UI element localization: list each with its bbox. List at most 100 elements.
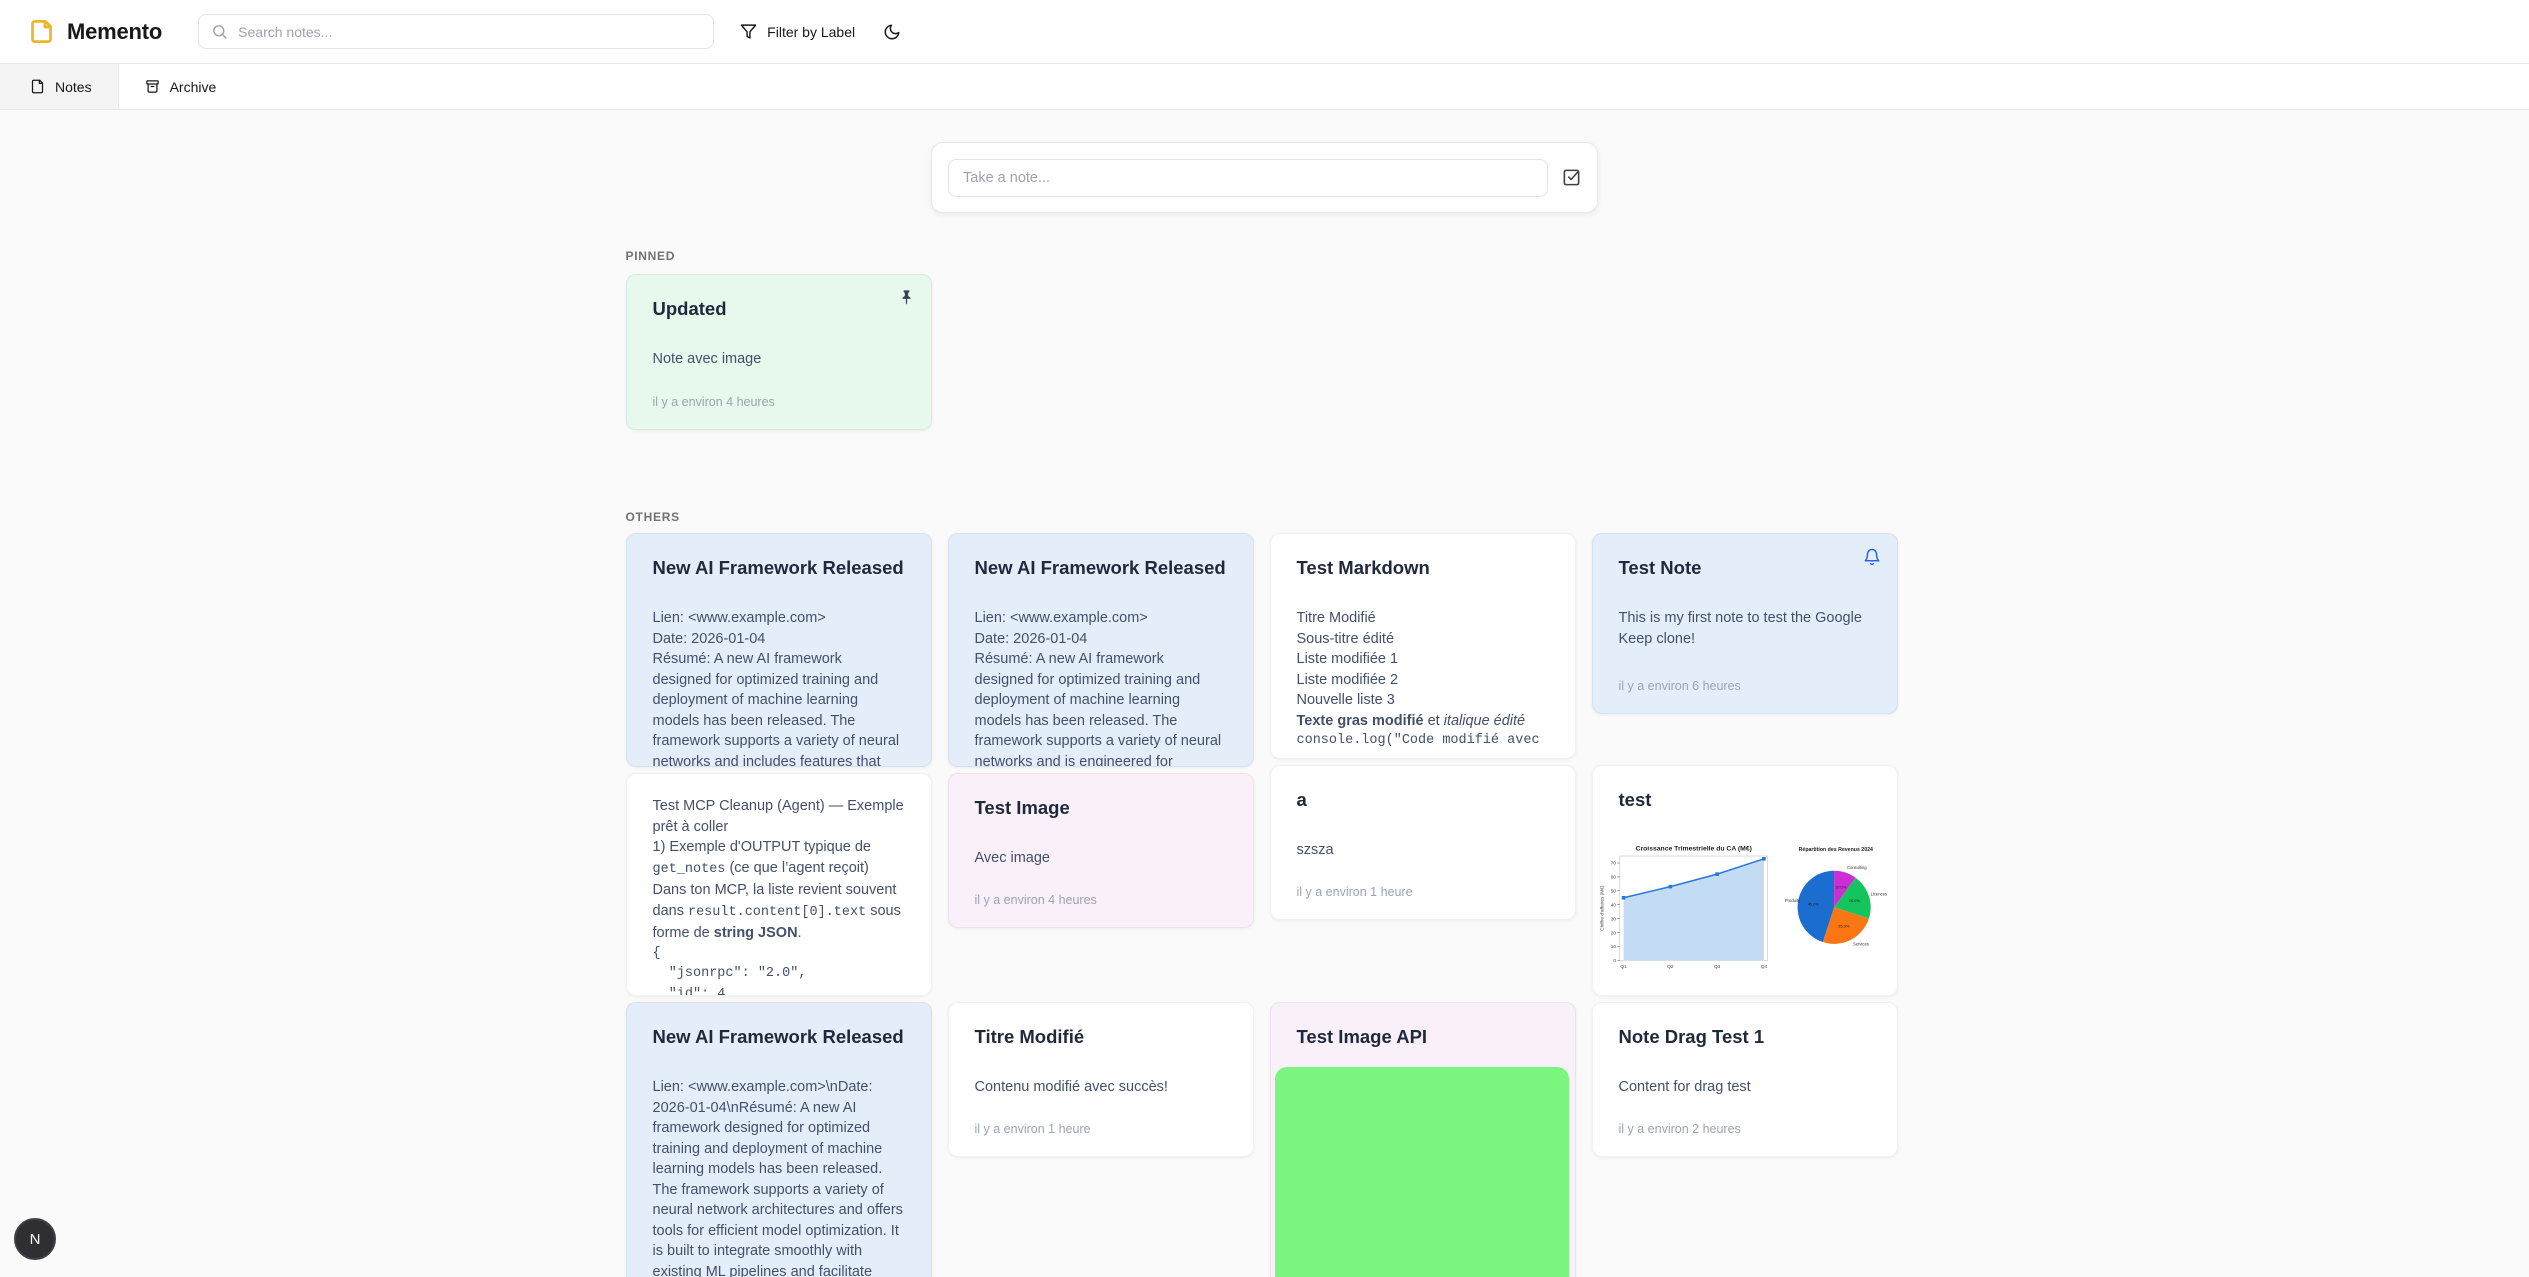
- note-title: New AI Framework Released: [653, 1025, 905, 1049]
- pin-icon: [898, 289, 915, 306]
- note-body: Contenu modifié avec succès!: [975, 1077, 1227, 1098]
- app-logo-icon: [28, 18, 55, 45]
- note-title: Updated: [653, 297, 905, 321]
- svg-text:Q3: Q3: [1713, 964, 1720, 970]
- note-card-test-image-api[interactable]: Test Image API: [1270, 1002, 1576, 1277]
- pin-button[interactable]: [898, 289, 915, 309]
- app-header: Memento Filter by Label: [0, 0, 2529, 64]
- svg-text:Chiffre d'affaires (M€): Chiffre d'affaires (M€): [1599, 885, 1605, 931]
- note-card-titre-modifie[interactable]: Titre Modifié Contenu modifié avec succè…: [948, 1002, 1254, 1157]
- note-body: Test MCP Cleanup (Agent) — Exemple prêt …: [653, 796, 905, 996]
- grid-column-4: Test Note This is my first note to test …: [1592, 533, 1898, 1157]
- note-body: Lien: <www.example.com>\nDate: 2026-01-0…: [653, 1077, 905, 1277]
- tab-notes-label: Notes: [55, 79, 92, 95]
- main-content: PINNED Updated Note avec image il y a en…: [626, 142, 1904, 1277]
- others-grid: New AI Framework Released Lien: <www.exa…: [626, 533, 1904, 1277]
- note-card-new-ai-framework-3[interactable]: New AI Framework Released Lien: <www.exa…: [626, 1002, 932, 1277]
- user-avatar[interactable]: N: [14, 1218, 56, 1260]
- note-body: szsza: [1297, 840, 1549, 861]
- tab-notes[interactable]: Notes: [0, 64, 119, 109]
- note-title: Test Markdown: [1297, 556, 1549, 580]
- note-timestamp: il y a environ 1 heure: [975, 1110, 1227, 1136]
- svg-text:60: 60: [1610, 875, 1616, 881]
- note-card-a[interactable]: a szsza il y a environ 1 heure: [1270, 765, 1576, 920]
- svg-text:50: 50: [1610, 889, 1616, 895]
- svg-text:45.0%: 45.0%: [1807, 901, 1819, 906]
- grid-column-3: Test Markdown Titre Modifié Sous-titre é…: [1270, 533, 1576, 1277]
- note-body: Lien: <www.example.com> Date: 2026-01-04…: [653, 608, 905, 767]
- svg-text:Q4: Q4: [1760, 964, 1767, 970]
- note-card-test-markdown[interactable]: Test Markdown Titre Modifié Sous-titre é…: [1270, 533, 1576, 759]
- note-body: Note avec image: [653, 349, 905, 370]
- note-body: Titre Modifié Sous-titre édité Liste mod…: [1297, 608, 1549, 752]
- tab-archive[interactable]: Archive: [119, 64, 243, 109]
- pie-chart-image: Répartition des Revenus 202410.0%Consult…: [1781, 836, 1891, 967]
- note-image-green: [1275, 1067, 1569, 1277]
- filter-by-label-text: Filter by Label: [767, 24, 855, 40]
- archive-icon: [145, 79, 160, 94]
- note-card-updated[interactable]: Updated Note avec image il y a environ 4…: [626, 274, 932, 430]
- tab-bar: Notes Archive: [0, 64, 2529, 110]
- note-timestamp: il y a environ 6 heures: [1619, 667, 1871, 693]
- svg-text:30: 30: [1610, 916, 1616, 922]
- note-title: New AI Framework Released: [653, 556, 905, 580]
- note-title: Test Image: [975, 796, 1227, 820]
- note-images-row: Croissance Trimestrielle du CA (M€) Chiff…: [1597, 836, 1891, 988]
- note-card-test-charts[interactable]: test Croissance Trimestrielle du CA (M€)…: [1592, 765, 1898, 996]
- note-body: Content for drag test: [1619, 1077, 1871, 1098]
- svg-text:Produits: Produits: [1785, 898, 1800, 903]
- svg-text:Q2: Q2: [1667, 964, 1674, 970]
- note-timestamp: il y a environ 2 heures: [1619, 1110, 1871, 1136]
- note-card-new-ai-framework-1[interactable]: New AI Framework Released Lien: <www.exa…: [626, 533, 932, 767]
- funnel-icon: [740, 23, 757, 40]
- note-title: a: [1297, 788, 1549, 812]
- svg-text:Licences: Licences: [1871, 892, 1887, 897]
- bell-icon: [1863, 548, 1881, 566]
- reminder-button[interactable]: [1863, 548, 1881, 569]
- svg-text:20.0%: 20.0%: [1849, 898, 1861, 903]
- note-timestamp: il y a environ 4 heures: [653, 383, 905, 409]
- theme-toggle-button[interactable]: [883, 23, 901, 41]
- note-title: test: [1619, 788, 1871, 812]
- note-body: This is my first note to test the Google…: [1619, 608, 1871, 649]
- note-body: Lien: <www.example.com> Date: 2026-01-04…: [975, 608, 1227, 767]
- svg-text:Croissance Trimestrielle du CA: Croissance Trimestrielle du CA (M€): [1635, 845, 1751, 852]
- note-card-note-drag-test[interactable]: Note Drag Test 1 Content for drag test i…: [1592, 1002, 1898, 1157]
- note-title: Note Drag Test 1: [1619, 1025, 1871, 1049]
- svg-text:10.0%: 10.0%: [1835, 884, 1847, 889]
- pinned-grid: Updated Note avec image il y a environ 4…: [626, 274, 1904, 430]
- note-title: Test Note: [1619, 556, 1871, 580]
- line-chart-image: Croissance Trimestrielle du CA (M€) Chiff…: [1597, 836, 1773, 988]
- section-label-pinned: PINNED: [626, 249, 1904, 263]
- svg-text:10: 10: [1610, 944, 1616, 950]
- section-label-others: OTHERS: [626, 510, 1904, 524]
- note-timestamp: il y a environ 4 heures: [975, 881, 1227, 907]
- search-box[interactable]: [198, 14, 714, 49]
- note-title: Titre Modifié: [975, 1025, 1227, 1049]
- filter-by-label-button[interactable]: Filter by Label: [740, 23, 855, 40]
- note-card-new-ai-framework-2[interactable]: New AI Framework Released Lien: <www.exa…: [948, 533, 1254, 767]
- note-card-test-note[interactable]: Test Note This is my first note to test …: [1592, 533, 1898, 714]
- moon-icon: [883, 23, 901, 41]
- tab-archive-label: Archive: [170, 79, 217, 95]
- svg-text:25.0%: 25.0%: [1838, 924, 1850, 929]
- grid-column-1: New AI Framework Released Lien: <www.exa…: [626, 533, 932, 1277]
- svg-text:70: 70: [1610, 861, 1616, 867]
- search-input[interactable]: [238, 24, 701, 40]
- grid-column-2: New AI Framework Released Lien: <www.exa…: [948, 533, 1254, 1157]
- check-square-icon: [1562, 168, 1581, 187]
- note-composer[interactable]: [931, 142, 1598, 213]
- new-checklist-button[interactable]: [1562, 168, 1581, 187]
- svg-text:40: 40: [1610, 902, 1616, 908]
- svg-text:Q1: Q1: [1620, 964, 1627, 970]
- note-card-test-mcp-cleanup[interactable]: Test MCP Cleanup (Agent) — Exemple prêt …: [626, 773, 932, 996]
- note-title: New AI Framework Released: [975, 556, 1227, 580]
- note-card-test-image[interactable]: Test Image Avec image il y a environ 4 h…: [948, 773, 1254, 928]
- app-title: Memento: [67, 19, 162, 45]
- svg-text:20: 20: [1610, 930, 1616, 936]
- svg-text:0: 0: [1613, 958, 1616, 964]
- svg-text:Services: Services: [1853, 942, 1869, 947]
- svg-text:Consulting: Consulting: [1847, 865, 1867, 870]
- file-icon: [30, 79, 45, 94]
- take-a-note-input[interactable]: [948, 159, 1548, 197]
